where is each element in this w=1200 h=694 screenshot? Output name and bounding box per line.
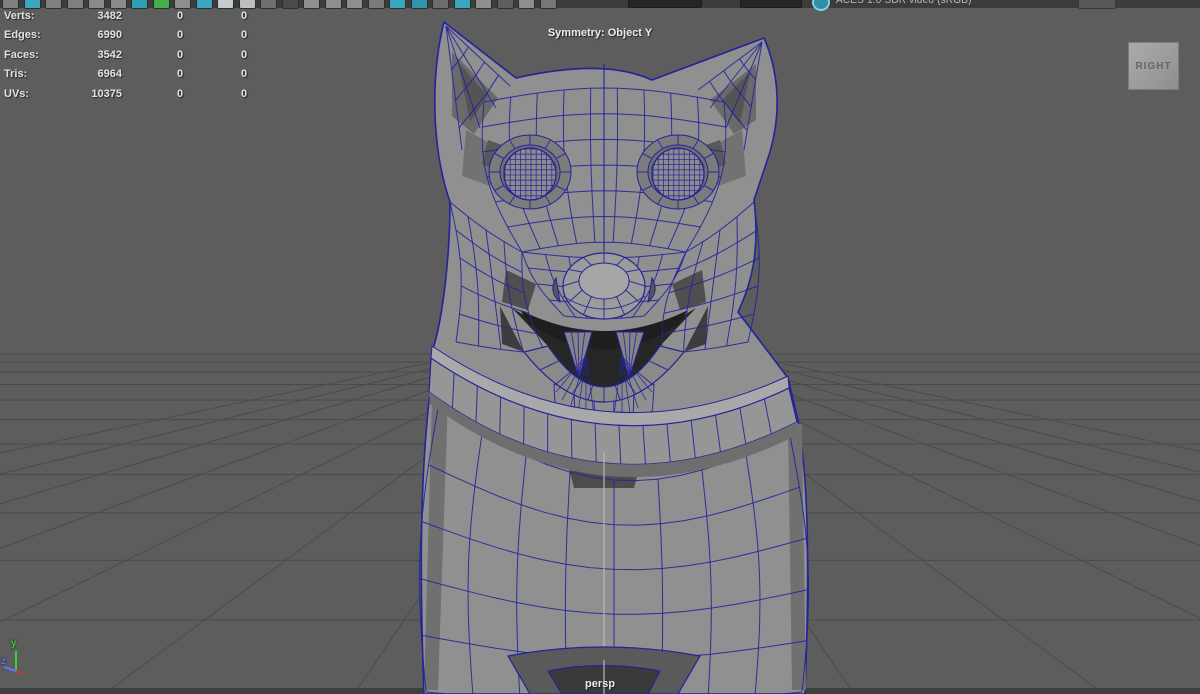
selection-mask-field[interactable] [628, 0, 702, 8]
camera-name-label: persp [585, 678, 615, 690]
camera-icon[interactable] [539, 0, 557, 9]
render-settings-icon[interactable] [389, 0, 406, 9]
hud-verts-total: 3482 [97, 10, 122, 22]
lasso-tool-icon[interactable] [88, 0, 105, 9]
color-management-label: ACES 1.0 SDR video (sRGB) [836, 0, 972, 6]
hud-uvs-total: 10375 [91, 87, 122, 100]
isolate-cube-icon[interactable] [410, 0, 428, 9]
hud-uvs-col2: 0 [176, 87, 184, 100]
select-by-component-icon[interactable] [66, 0, 84, 9]
highlight-bracket-icon[interactable] [152, 0, 170, 9]
axis-x-line [15, 670, 24, 675]
hud-verts-col3: 0 [240, 10, 248, 22]
poly-count-b-icon[interactable] [217, 0, 234, 9]
hud-faces-col2: 0 [176, 48, 184, 61]
grid-line-radial [0, 353, 472, 454]
symmetry-indicator: Symmetry: Object Y [547, 27, 653, 39]
poly-count-a-icon[interactable] [195, 0, 213, 9]
hud-verts-col2: 0 [176, 10, 184, 22]
history-input-icon[interactable] [281, 0, 299, 9]
eye-right [636, 134, 720, 210]
hud-poly-count: Verts: 3482 0 0 Edges: 6990 0 0 Faces: 3… [4, 8, 264, 105]
wireframe-sphere-icon[interactable] [453, 0, 471, 9]
zoom-tool-icon[interactable] [131, 0, 148, 9]
hud-verts-label: Verts: [4, 10, 35, 22]
hud-faces-col3: 0 [240, 48, 248, 61]
hud-row-tris: Tris: 6964 0 0 [4, 66, 264, 85]
hud-row-uvs: UVs: 10375 0 0 [4, 86, 264, 105]
select-by-hierarchy-icon[interactable] [23, 0, 41, 9]
textured-sphere-icon[interactable] [475, 0, 492, 9]
eyeball [503, 147, 557, 201]
hud-uvs-label: UVs: [4, 87, 30, 100]
mesh-edge [570, 419, 573, 459]
hud-tris-col3: 0 [240, 68, 248, 81]
make-live-icon[interactable] [260, 0, 277, 9]
hud-tris-col2: 0 [176, 68, 184, 81]
eyeball [651, 147, 705, 201]
select-by-object-icon[interactable] [45, 0, 62, 9]
toolbar-right-button[interactable] [1078, 0, 1116, 9]
shaded-sphere-icon[interactable] [432, 0, 449, 9]
hud-row-faces: Faces: 3542 0 0 [4, 47, 264, 66]
axis-z-line [3, 666, 17, 672]
hud-faces-label: Faces: [4, 48, 39, 61]
maya-viewport[interactable]: Verts: 3482 0 0 Edges: 6990 0 0 Faces: 3… [0, 0, 1200, 694]
view-cube-right-face[interactable]: RIGHT [1128, 42, 1179, 90]
axis-z-label: z [1, 656, 6, 667]
paint-select-icon[interactable] [109, 0, 127, 9]
mesh-edge [578, 262, 630, 300]
hud-faces-total: 3542 [97, 48, 122, 61]
render-icon[interactable] [346, 0, 363, 9]
dog-wireframe-model[interactable] [418, 20, 810, 694]
snap-to-grid-icon[interactable] [174, 0, 191, 9]
poly-count-c-icon[interactable] [238, 0, 256, 9]
history-output-icon[interactable] [303, 0, 320, 9]
input-line-field[interactable] [740, 0, 802, 8]
hud-row-verts: Verts: 3482 0 0 [4, 8, 264, 27]
hud-uvs-col3: 0 [240, 87, 248, 100]
ipr-render-icon[interactable] [367, 0, 385, 9]
hud-tris-total: 6964 [97, 68, 122, 81]
snap-settings-icon[interactable] [2, 0, 19, 9]
eye-left [488, 134, 572, 210]
xray-icon[interactable] [518, 0, 535, 9]
axis-gizmo [3, 651, 24, 675]
construction-history-icon[interactable] [324, 0, 342, 9]
status-line-toolbar[interactable]: ACES 1.0 SDR video (sRGB) [0, 0, 1200, 11]
hud-tris-label: Tris: [4, 68, 28, 81]
light-icon[interactable] [496, 0, 514, 9]
grid-line-radial [0, 353, 491, 475]
mesh-edge [523, 406, 525, 445]
axis-y-label: y [11, 638, 17, 649]
